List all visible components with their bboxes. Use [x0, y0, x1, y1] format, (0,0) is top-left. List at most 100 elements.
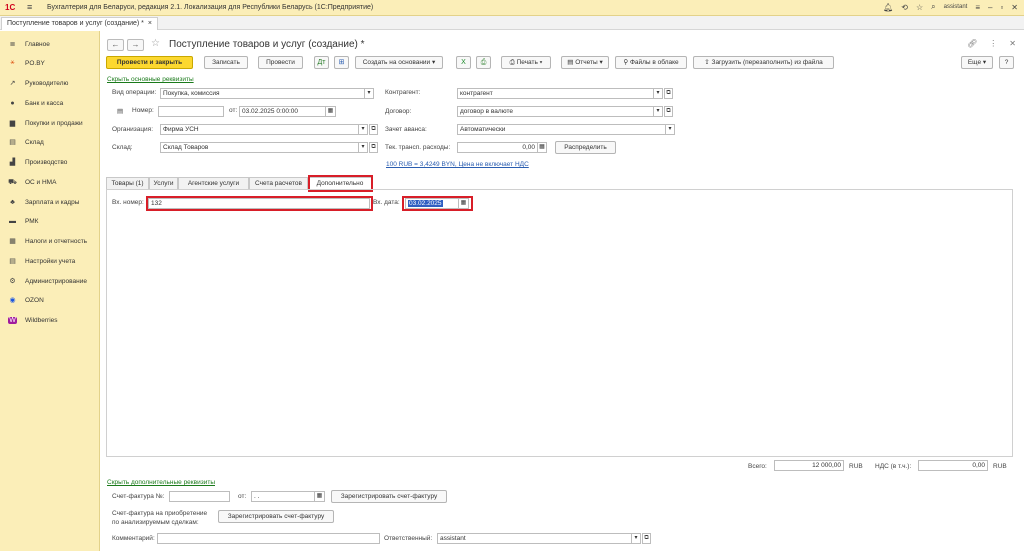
register-invoice-button[interactable]: Зарегистрировать счет-фактуру	[331, 490, 447, 503]
sidebar-item-ozon[interactable]: ◉ OZON	[8, 293, 44, 307]
number-menu-icon[interactable]: ▤	[117, 107, 123, 115]
open-link-icon[interactable]: ⧉	[664, 88, 673, 99]
app-title: Бухгалтерия для Беларуси, редакция 2.1. …	[47, 4, 374, 11]
maximize-icon[interactable]: ▫	[1000, 3, 1003, 12]
open-link-icon[interactable]: ⧉	[664, 106, 673, 117]
wildberries-icon: W	[8, 316, 17, 324]
chevron-down-icon[interactable]: ▾	[654, 106, 663, 117]
cloud-files-button[interactable]: ⚲ Файлы в облаке	[615, 56, 687, 69]
open-tab-document[interactable]: Поступление товаров и услуг (создание) *…	[1, 17, 158, 30]
sidebar-item-assets[interactable]: ⛟ ОС и НМА	[8, 175, 56, 189]
star-icon[interactable]: ☆	[916, 3, 923, 12]
operation-type-field[interactable]: Покупка, комиссия	[160, 88, 365, 99]
invoice-analyzed-label-2: по анализируемым сделкам:	[112, 519, 199, 526]
close-icon[interactable]: ✕	[1011, 3, 1018, 12]
post-and-close-button[interactable]: Провести и закрыть	[106, 56, 193, 69]
gear-icon: ⚙	[9, 278, 16, 285]
load-from-file-button[interactable]: ⇪ Загрузить (перезаполнить) из файла	[693, 56, 834, 69]
invoice-number-field[interactable]	[169, 491, 230, 502]
more-vert-icon[interactable]: ⋮	[989, 39, 997, 48]
reports-button[interactable]: ▤ Отчеты ▾	[561, 56, 609, 69]
close-form-icon[interactable]: ✕	[1009, 39, 1016, 48]
favorite-star-icon[interactable]: ☆	[151, 38, 160, 49]
print-button[interactable]: ⎙ Печать ▾	[501, 56, 551, 69]
chevron-down-icon[interactable]: ▾	[359, 142, 368, 153]
invoice-date-label: от:	[238, 493, 247, 500]
total-currency: RUB	[849, 463, 863, 470]
sidebar-item-production[interactable]: ▟ Производство	[8, 155, 68, 169]
sidebar-item-bank[interactable]: ● Банк и касса	[8, 96, 63, 110]
sidebar-item-poby[interactable]: ⚹ PO.BY	[8, 56, 44, 70]
sidebar-item-label: Склад	[25, 138, 44, 146]
main-menu-icon[interactable]: ≡	[27, 2, 32, 12]
warehouse-field[interactable]: Склад Товаров	[160, 142, 359, 153]
save-button[interactable]: Записать	[204, 56, 248, 69]
date-field[interactable]: 03.02.2025 0:00:00	[239, 106, 326, 117]
exchange-rate-link[interactable]: 100 RUB = 3,4249 BYN, Цена не включает Н…	[386, 161, 529, 168]
structure-icon[interactable]: ⊞	[334, 56, 349, 69]
chevron-down-icon[interactable]: ▾	[365, 88, 374, 99]
sidebar-item-settings[interactable]: ▤ Настройки учета	[8, 254, 75, 268]
chevron-down-icon[interactable]: ▾	[654, 88, 663, 99]
forward-button[interactable]: →	[127, 39, 144, 51]
sidebar-item-label: Покупки и продажи	[25, 119, 83, 127]
dt-kt-icon[interactable]: Дт	[314, 56, 329, 69]
sidebar-item-warehouse[interactable]: ▤ Склад	[8, 135, 44, 149]
sidebar-item-manager[interactable]: ↗ Руководителю	[8, 76, 69, 90]
back-button[interactable]: ←	[107, 39, 124, 51]
sidebar-item-label: OZON	[25, 296, 44, 304]
reports-label: Отчеты	[575, 59, 598, 66]
contract-field[interactable]: договор в валюте	[457, 106, 654, 117]
calculator-icon[interactable]: ▦	[538, 142, 547, 153]
sidebar-item-wildberries[interactable]: W Wildberries	[8, 313, 58, 327]
sidebar-item-admin[interactable]: ⚙ Администрирование	[8, 274, 87, 288]
excel-icon[interactable]: X	[456, 56, 471, 69]
calendar-icon[interactable]: ▦	[326, 106, 336, 117]
sidebar-item-label: Руководителю	[25, 79, 69, 87]
help-button[interactable]: ?	[999, 56, 1014, 69]
search-icon[interactable]: ⌕	[931, 2, 935, 12]
calendar-icon[interactable]: ▦	[315, 491, 325, 502]
sidebar-item-taxes[interactable]: ▦ Налоги и отчетность	[8, 234, 87, 248]
post-button[interactable]: Провести	[258, 56, 303, 69]
responsible-field[interactable]: assistant	[437, 533, 632, 544]
distribute-button[interactable]: Распределить	[555, 141, 616, 154]
register-invoice-analyzed-button[interactable]: Зарегистрировать счет-фактуру	[218, 510, 334, 523]
hide-extra-details-link[interactable]: Скрыть дополнительные реквизиты	[107, 479, 215, 486]
vat-currency: RUB	[993, 463, 1007, 470]
chevron-down-icon[interactable]: ▾	[666, 124, 675, 135]
counterparty-field[interactable]: контрагент	[457, 88, 654, 99]
history-icon[interactable]: ⟲	[901, 3, 908, 12]
comment-field[interactable]	[157, 533, 380, 544]
chevron-down-icon[interactable]: ▾	[632, 533, 641, 544]
hide-main-details-link[interactable]: Скрыть основные реквизиты	[107, 76, 194, 83]
transport-costs-field[interactable]: 0,00	[457, 142, 538, 153]
sidebar-item-purchases[interactable]: ▆ Покупки и продажи	[8, 116, 83, 130]
create-based-on-button[interactable]: Создать на основании ▾	[355, 56, 443, 69]
factory-icon: ▟	[9, 159, 16, 166]
sidebar-item-pos[interactable]: ▬ РМК	[8, 214, 38, 228]
link-icon[interactable]: 🔗︎	[967, 39, 977, 48]
document-form: ← → ☆ Поступление товаров и услуг (созда…	[101, 31, 1024, 551]
print-settings-icon[interactable]: ⎙	[476, 56, 491, 69]
number-field[interactable]	[158, 106, 224, 117]
open-link-icon[interactable]: ⧉	[642, 533, 651, 544]
organization-field[interactable]: Фирма УСН	[160, 124, 359, 135]
chevron-down-icon[interactable]: ▾	[359, 124, 368, 135]
settings-menu-icon[interactable]: ≡	[975, 3, 980, 12]
open-link-icon[interactable]: ⧉	[369, 142, 378, 153]
sidebar-item-main[interactable]: ≣ Главное	[8, 37, 50, 51]
report-icon: ▦	[9, 238, 16, 245]
invoice-date-field[interactable]: . .	[251, 491, 315, 502]
open-link-icon[interactable]: ⧉	[369, 124, 378, 135]
sidebar-item-salary[interactable]: ♣ Зарплата и кадры	[8, 195, 79, 209]
minimize-icon[interactable]: –	[988, 3, 992, 12]
bell-icon[interactable]: 🔔︎	[883, 3, 893, 12]
close-tab-icon[interactable]: ×	[148, 20, 152, 27]
advance-offset-field[interactable]: Автоматически	[457, 124, 666, 135]
upload-icon: ⇪	[704, 59, 712, 66]
user-name[interactable]: assistant	[944, 4, 968, 10]
invoice-analyzed-label-1: Счет-фактура на приобретение	[112, 510, 208, 517]
more-button[interactable]: Еще ▾	[961, 56, 993, 69]
poby-icon: ⚹	[10, 59, 15, 66]
